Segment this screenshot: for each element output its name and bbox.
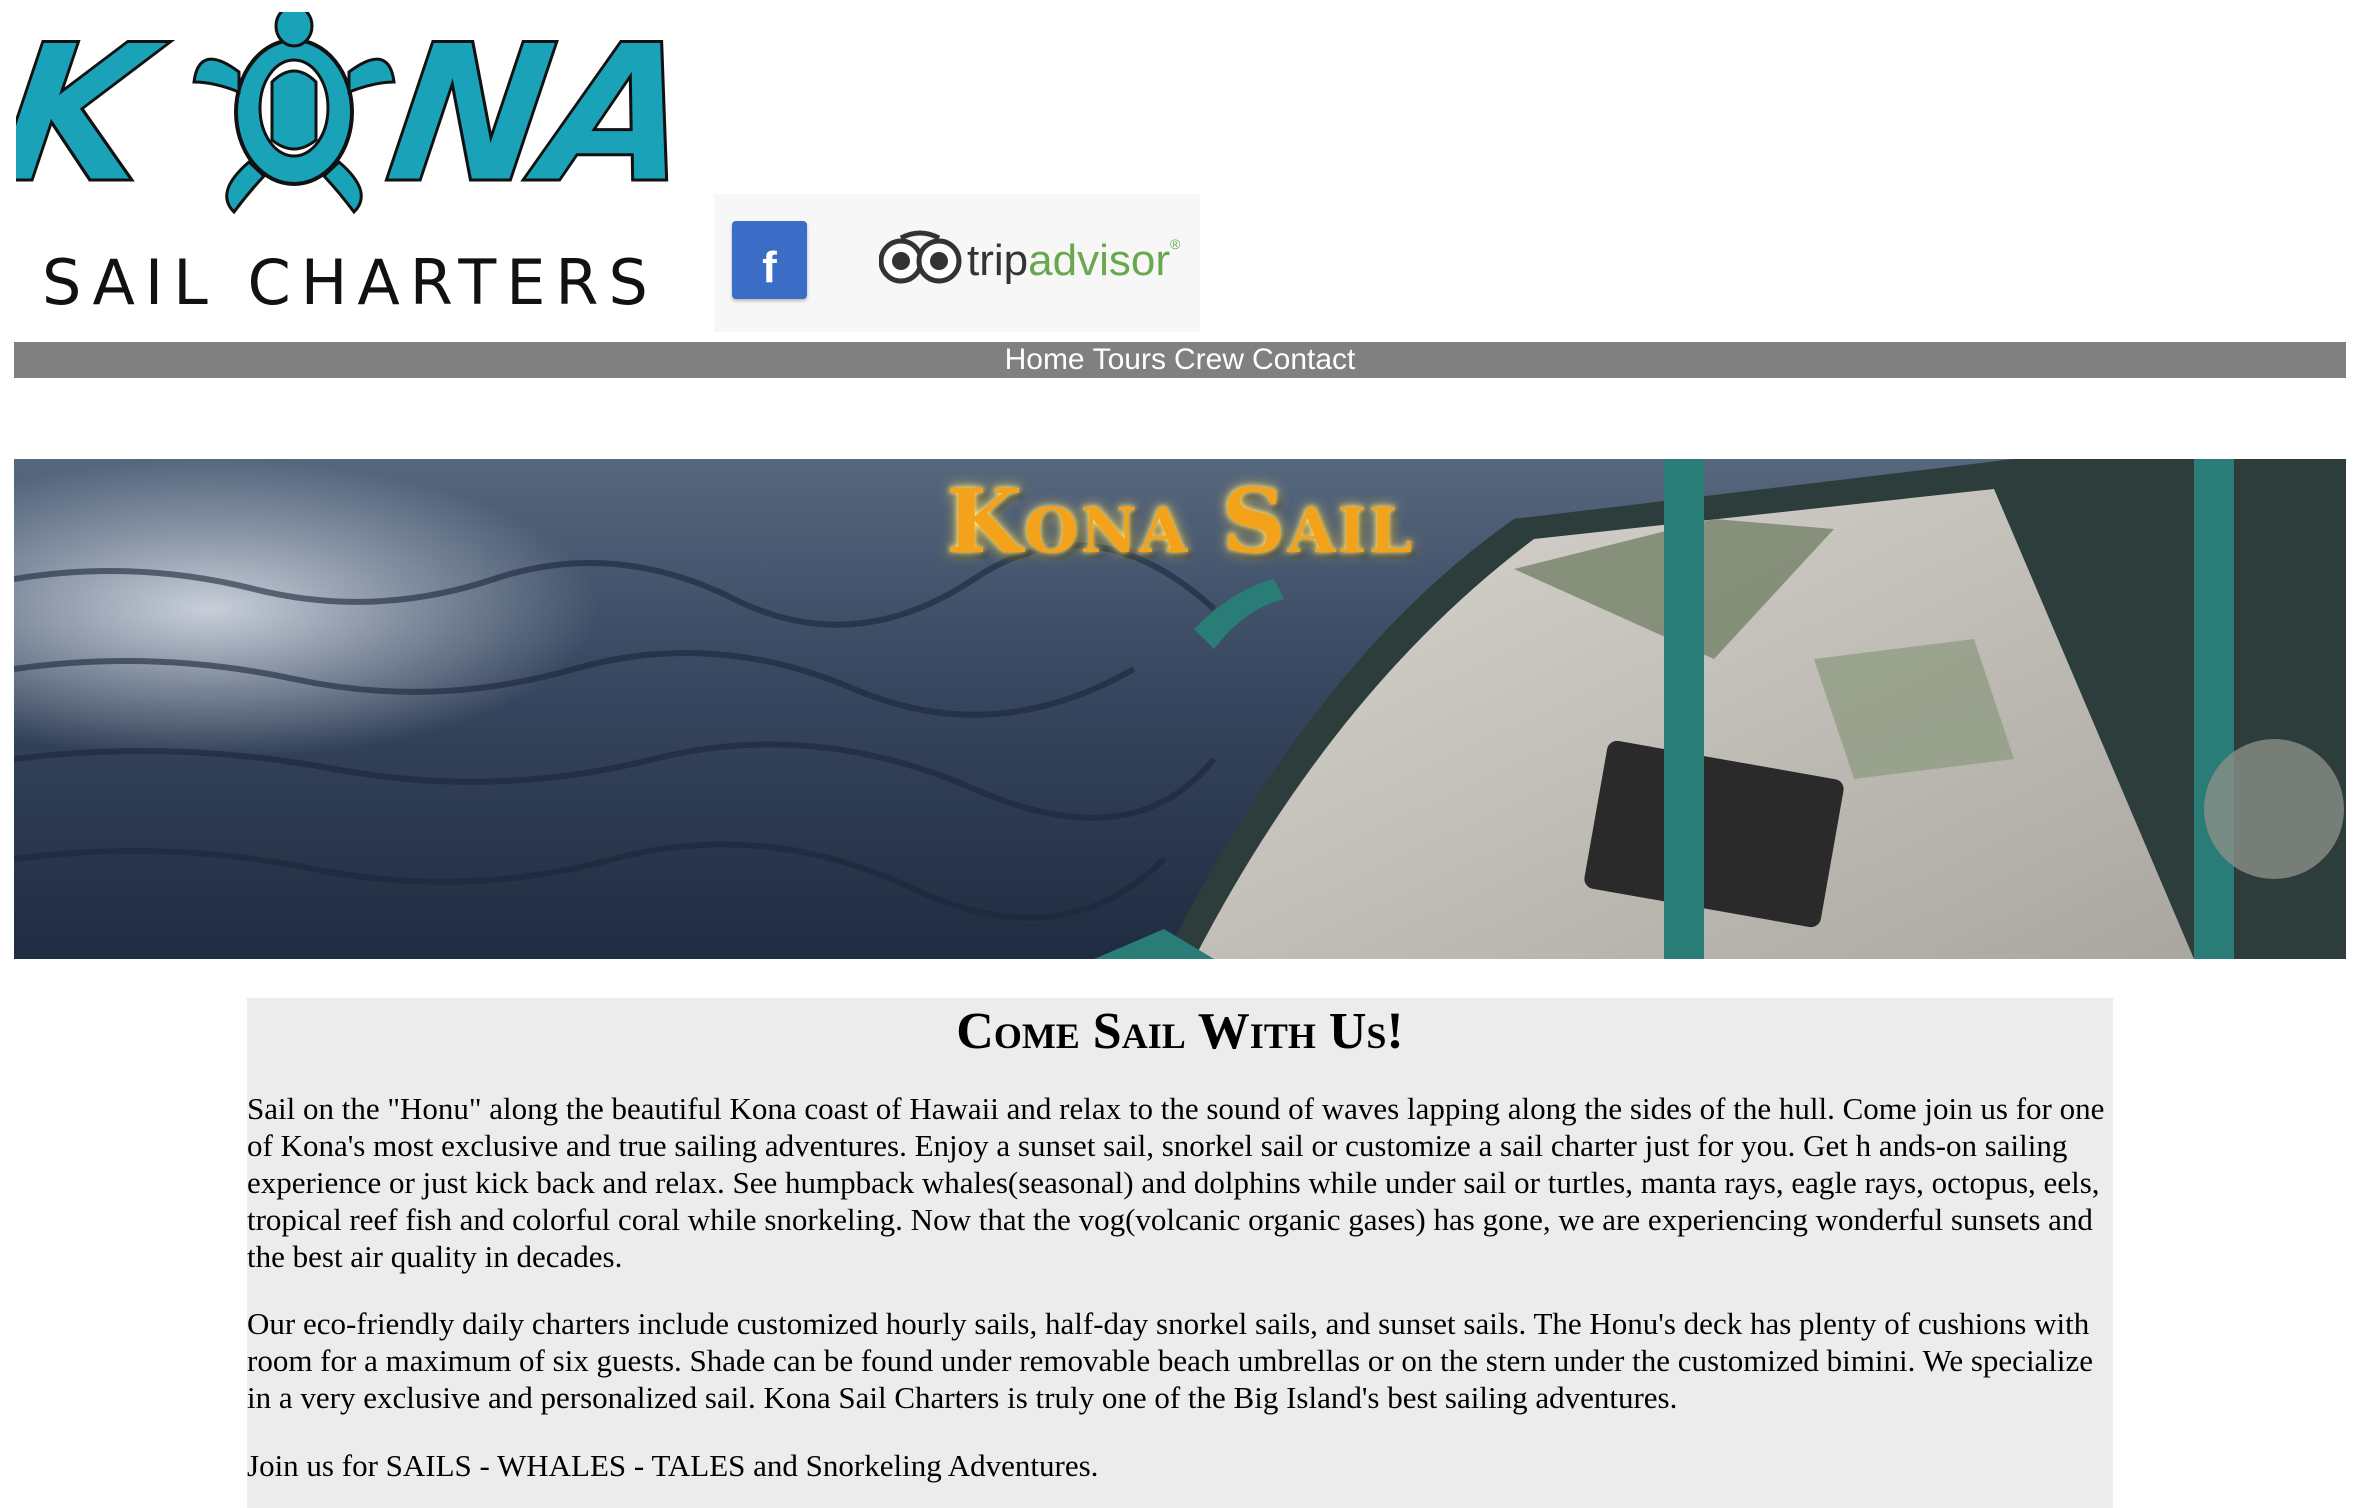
social-links: f tripadvisor® tripadvisor xyxy=(714,194,1200,332)
join-paragraph: Join us for SAILS - WHALES - TALES and S… xyxy=(247,1448,1099,1483)
nav-contact[interactable]: Contact xyxy=(1252,343,1355,377)
hero-banner: Kona Sail xyxy=(14,459,2346,959)
facebook-button[interactable]: f xyxy=(732,221,807,299)
banner-title: Kona Sail xyxy=(945,469,1415,573)
charters-paragraph: Our eco-friendly daily charters include … xyxy=(247,1306,2094,1415)
turtle-icon xyxy=(192,4,396,215)
tripadvisor-link[interactable]: tripadvisor® tripadvisor xyxy=(878,228,1189,294)
main-content: Come Sail With Us! Sail on the "Honu" al… xyxy=(247,998,2113,1508)
logo-k: K xyxy=(16,12,176,226)
nav-home[interactable]: Home xyxy=(1005,343,1085,377)
logo-na: NA xyxy=(376,12,701,226)
tripadvisor-label: tripadvisor® xyxy=(967,236,1181,285)
nav-tours[interactable]: Tours xyxy=(1093,343,1166,377)
intro-paragraph: Sail on the "Honu" along the beautiful K… xyxy=(247,1091,2105,1274)
logo-tagline: SAIL CHARTERS xyxy=(42,246,658,319)
facebook-icon: f xyxy=(762,243,777,292)
page-heading: Come Sail With Us! xyxy=(956,1003,1404,1060)
main-nav: Home Tours Crew Contact xyxy=(14,342,2346,378)
site-logo[interactable]: K NA SAIL CHARTERS xyxy=(0,3,716,322)
nav-crew[interactable]: Crew xyxy=(1174,343,1244,377)
